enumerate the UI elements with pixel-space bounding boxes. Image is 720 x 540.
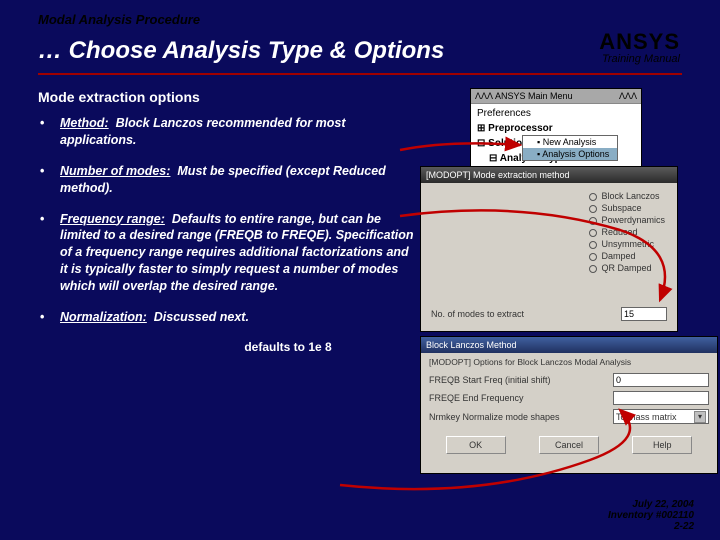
bullet-label: Normalization: <box>60 310 147 324</box>
extraction-options: Block Lanczos Subspace Powerdynamics Red… <box>589 189 665 275</box>
freqe-input[interactable] <box>613 391 709 405</box>
analysis-type-submenu: ▪ New Analysis ▪ Analysis Options <box>522 135 618 161</box>
help-button[interactable]: Help <box>632 436 692 454</box>
defaults-note: defaults to 1e 8 <box>158 340 418 354</box>
option-qr-damped[interactable]: QR Damped <box>589 263 665 273</box>
submenu-analysis-options[interactable]: ▪ Analysis Options <box>523 148 617 160</box>
brand-block: ANSYS Training Manual <box>599 29 680 65</box>
brand-logo: ANSYS <box>599 29 680 55</box>
bullet-text: Discussed next. <box>154 310 249 324</box>
main-menu-title: ΛΛΛ ANSYS Main Menu <box>475 91 573 101</box>
page-title: … Choose Analysis Type & Options <box>38 37 444 65</box>
lanczos-dialog: Block Lanczos Method [MODOPT] Options fo… <box>420 336 718 474</box>
option-powerdynamics[interactable]: Powerdynamics <box>589 215 665 225</box>
bullet-label: Frequency range: <box>60 212 165 226</box>
ok-button[interactable]: OK <box>446 436 506 454</box>
option-damped[interactable]: Damped <box>589 251 665 261</box>
nrmkey-dropdown[interactable]: To mass matrix ▾ <box>613 409 709 424</box>
nmodes-input[interactable] <box>621 307 667 321</box>
option-reduced[interactable]: Reduced <box>589 227 665 237</box>
option-subspace[interactable]: Subspace <box>589 203 665 213</box>
footer-inventory: Inventory #002110 <box>608 510 694 521</box>
menu-item-preprocessor[interactable]: ⊞ Preprocessor <box>471 121 641 136</box>
section-heading: Mode extraction options <box>38 89 418 105</box>
bullet-item: Frequency range: Defaults to entire rang… <box>38 211 418 295</box>
bullet-item: Normalization: Discussed next. <box>38 309 418 326</box>
submenu-new-analysis[interactable]: ▪ New Analysis <box>523 136 617 148</box>
mode-extraction-dialog: [MODOPT] Mode extraction method Block La… <box>420 166 678 332</box>
bullet-label: Number of modes: <box>60 164 170 178</box>
lanczos-titlebar: Block Lanczos Method <box>421 337 717 353</box>
kicker: Modal Analysis Procedure <box>38 12 682 27</box>
main-menu-title-right: ΛΛΛ <box>619 91 637 101</box>
nrmkey-label: Nrmkey Normalize mode shapes <box>429 412 560 422</box>
bullet-item: Method: Block Lanczos recommended for mo… <box>38 115 418 149</box>
freqb-label: FREQB Start Freq (initial shift) <box>429 375 551 385</box>
footer-page: 2-22 <box>608 521 694 532</box>
bullet-list: Method: Block Lanczos recommended for mo… <box>38 115 418 326</box>
option-block-lanczos[interactable]: Block Lanczos <box>589 191 665 201</box>
freqe-label: FREQE End Frequency <box>429 393 524 403</box>
footer: July 22, 2004 Inventory #002110 2-22 <box>608 499 694 532</box>
nmodes-label: No. of modes to extract <box>431 309 524 319</box>
menu-item-preferences[interactable]: Preferences <box>471 106 641 121</box>
brand-subtitle: Training Manual <box>599 53 680 65</box>
footer-date: July 22, 2004 <box>608 499 694 510</box>
bullet-label: Method: <box>60 116 109 130</box>
option-unsymmetric[interactable]: Unsymmetric <box>589 239 665 249</box>
main-menu-titlebar: ΛΛΛ ANSYS Main Menu ΛΛΛ <box>471 89 641 104</box>
freqb-input[interactable] <box>613 373 709 387</box>
chevron-down-icon: ▾ <box>694 411 706 423</box>
bullet-item: Number of modes: Must be specified (exce… <box>38 163 418 197</box>
mode-extraction-titlebar: [MODOPT] Mode extraction method <box>421 167 677 183</box>
cancel-button[interactable]: Cancel <box>539 436 599 454</box>
lanczos-subtitle: [MODOPT] Options for Block Lanczos Modal… <box>429 357 709 367</box>
